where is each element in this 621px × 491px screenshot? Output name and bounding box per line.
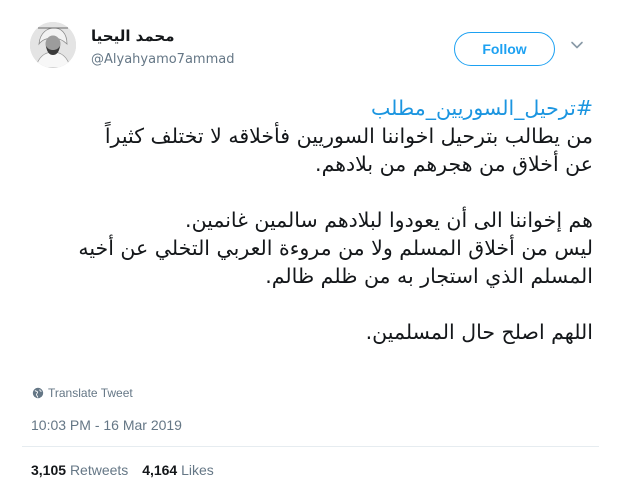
tweet-line: اللهم اصلح حال المسلمين. [365, 320, 593, 344]
tweet-timestamp[interactable]: 10:03 PM - 16 Mar 2019 [31, 417, 182, 433]
follow-button[interactable]: Follow [454, 32, 555, 66]
globe-icon [32, 387, 44, 399]
retweets-count: 3,105 [31, 462, 67, 478]
likes-count: 4,164 [142, 462, 178, 478]
tweet-stats: 3,105 Retweets 4,164 Likes [31, 462, 224, 478]
chevron-down-icon[interactable] [570, 38, 584, 52]
tweet-line: هم إخواننا الى أن يعودوا لبلادهم سالمين … [185, 208, 593, 232]
user-handle[interactable]: @Alyahyamo7ammad [91, 52, 234, 67]
tweet-text: #ترحيل_السوريين_مطلب من يطالب بترحيل اخو… [23, 94, 593, 346]
retweets-label: Retweets [69, 462, 129, 478]
divider [22, 446, 599, 447]
retweets-stat[interactable]: 3,105 Retweets [31, 462, 128, 478]
tweet-line: من يطالب بترحيل اخواننا السوريين فأخلاقه… [104, 124, 593, 148]
display-name[interactable]: محمد اليحيا [91, 27, 175, 45]
tweet-line: المسلم الذي استجار به من ظلم ظالم. [265, 264, 593, 288]
tweet-line: ليس من أخلاق المسلم ولا من مروءة العربي … [78, 236, 593, 260]
likes-label: Likes [181, 462, 214, 478]
avatar[interactable] [30, 22, 76, 68]
translate-label: Translate Tweet [48, 386, 133, 400]
tweet-line: عن أخلاق من هجرهم من بلادهم. [315, 152, 593, 176]
likes-stat[interactable]: 4,164 Likes [142, 462, 214, 478]
hashtag-link[interactable]: #ترحيل_السوريين_مطلب [371, 96, 593, 120]
translate-tweet-link[interactable]: Translate Tweet [32, 386, 133, 400]
